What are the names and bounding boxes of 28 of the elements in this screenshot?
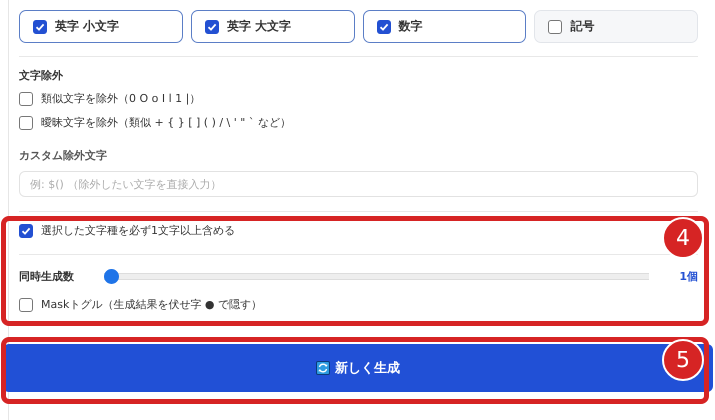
char-type-option[interactable]: 数字	[362, 10, 526, 43]
slider-label: 同時生成数	[19, 269, 74, 284]
option-label: 数字	[398, 18, 422, 35]
section-title: 文字除外	[19, 68, 64, 83]
checkbox[interactable]	[19, 116, 33, 130]
field-label: カスタム除外文字	[19, 148, 108, 163]
checkbox[interactable]	[19, 298, 33, 312]
checkbox-label: 選択した文字種を必ず1文字以上含める	[41, 223, 235, 238]
option-label: 英字 小文字	[55, 18, 120, 35]
checkbox[interactable]	[19, 224, 33, 238]
checkbox[interactable]	[376, 20, 390, 34]
custom-exclusion-field[interactable]: 例: $() （除外したい文字を直接入力）	[19, 171, 698, 197]
char-type-option[interactable]: 英字 大文字	[190, 10, 354, 43]
annotation-badge: 4	[662, 217, 704, 259]
checkbox-label: Maskトグル（生成結果を伏せ字 ● で隠す）	[41, 297, 262, 312]
option-label: 記号	[570, 18, 594, 35]
char-type-option[interactable]: 英字 小文字	[19, 10, 183, 43]
refresh-icon	[316, 361, 330, 375]
checkbox[interactable]	[548, 20, 562, 34]
checkbox[interactable]	[204, 20, 219, 34]
checkbox[interactable]	[33, 20, 47, 34]
option-label: 英字 大文字	[226, 18, 291, 35]
checkbox[interactable]	[19, 92, 33, 106]
checkbox-label: 曖昧文字を除外（類似 + { } [ ] ( ) / \ ' " ` など）	[41, 115, 291, 130]
checkbox-label: 類似文字を除外（0 O o I l 1 |）	[41, 91, 200, 106]
slider-value: 1個	[679, 269, 698, 284]
slider-thumb[interactable]	[104, 269, 119, 284]
char-type-option[interactable]: 記号	[534, 10, 698, 43]
